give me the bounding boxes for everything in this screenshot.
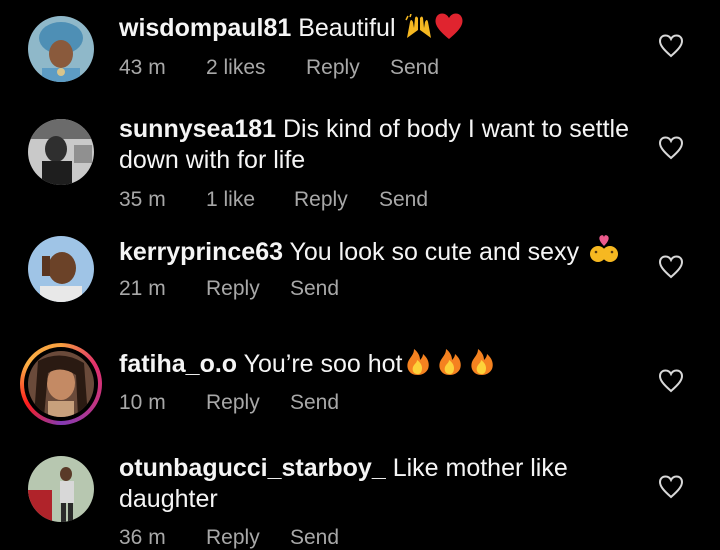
comment-time: 43 m (119, 56, 166, 79)
comment-time: 36 m (119, 526, 166, 549)
raising-hands-emoji (404, 13, 434, 48)
comment-time: 35 m (119, 188, 166, 211)
comment-body: You look so cute and sexy (289, 238, 580, 266)
kiss-emoji (588, 234, 620, 272)
heart-icon[interactable] (658, 255, 684, 279)
comment-username[interactable]: otunbagucci_starboy_ (119, 454, 386, 482)
avatar[interactable] (28, 351, 94, 417)
comment-time: 10 m (119, 391, 166, 414)
heart-icon[interactable] (658, 475, 684, 499)
avatar[interactable] (28, 16, 94, 82)
comment-text: kerryprince63 You look so cute and sexy (119, 234, 639, 272)
comment-likes[interactable]: 2 likes (206, 56, 266, 80)
comment-username[interactable]: sunnysea181 (119, 115, 276, 143)
fire-emoji (405, 346, 431, 384)
comment-text: wisdompaul81 Beautiful (119, 12, 639, 48)
story-ring[interactable] (20, 343, 102, 425)
red-heart-emoji (434, 12, 464, 48)
send-button[interactable]: Send (290, 526, 339, 550)
reply-button[interactable]: Reply (206, 277, 260, 301)
comment-username[interactable]: fatiha_o.o (119, 350, 237, 378)
comment-body: You’re soo hot (243, 350, 403, 378)
fire-emoji (437, 346, 463, 384)
heart-icon[interactable] (658, 136, 684, 160)
avatar[interactable] (28, 236, 94, 302)
reply-button[interactable]: Reply (294, 188, 348, 212)
comment-username[interactable]: kerryprince63 (119, 238, 283, 266)
send-button[interactable]: Send (379, 188, 428, 212)
reply-button[interactable]: Reply (206, 391, 260, 415)
send-button[interactable]: Send (290, 277, 339, 301)
heart-icon[interactable] (658, 369, 684, 393)
comment-body: Beautiful (298, 14, 396, 42)
fire-emoji (469, 346, 495, 384)
avatar[interactable] (28, 119, 94, 185)
send-button[interactable]: Send (390, 56, 439, 80)
send-button[interactable]: Send (290, 391, 339, 415)
comment-text: sunnysea181 Dis kind of body I want to s… (119, 114, 639, 176)
comment-text: fatiha_o.o You’re soo hot (119, 346, 639, 384)
comment-likes[interactable]: 1 like (206, 188, 255, 212)
comment-time: 21 m (119, 277, 166, 300)
reply-button[interactable]: Reply (206, 526, 260, 550)
comment-text: otunbagucci_starboy_ Like mother like da… (119, 453, 639, 515)
heart-icon[interactable] (658, 34, 684, 58)
avatar[interactable] (28, 456, 94, 522)
reply-button[interactable]: Reply (306, 56, 360, 80)
comment-username[interactable]: wisdompaul81 (119, 14, 291, 42)
